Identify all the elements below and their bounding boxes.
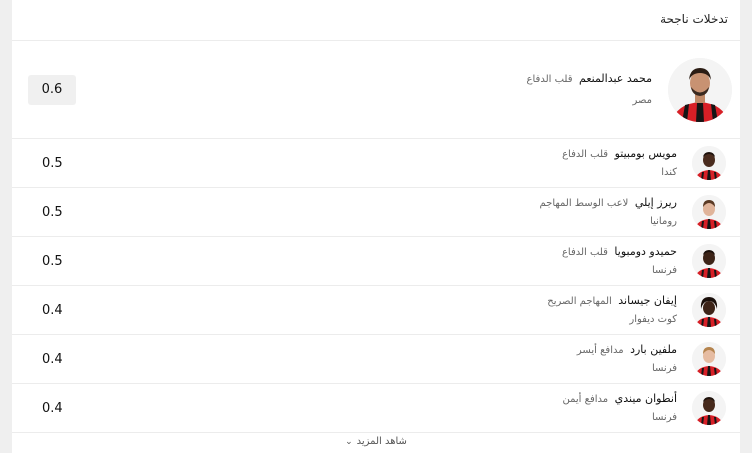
player-name: ريرز إيلي — [634, 196, 677, 209]
stat-value: 0.5 — [42, 254, 63, 269]
player-name: حميدو دومبويا — [614, 245, 677, 258]
player-name-line: ملفين بارد مدافع أيسر — [577, 343, 677, 356]
leader-row[interactable]: محمد عبدالمنعم قلب الدفاع مصر 0.6 — [12, 41, 740, 139]
see-more-button[interactable]: شاهد المزيد⌄ — [12, 436, 740, 447]
player-name: محمد عبدالمنعم — [579, 72, 652, 85]
player-country: فرنسا — [651, 265, 677, 276]
player-country: كندا — [661, 167, 677, 178]
player-position: المهاجم الصريح — [547, 296, 612, 307]
player-position: قلب الدفاع — [562, 149, 609, 160]
player-position: قلب الدفاع — [526, 74, 573, 85]
player-country: مصر — [632, 95, 652, 106]
stat-value: 0.4 — [42, 352, 63, 367]
player-country: كوت ديفوار — [629, 314, 677, 325]
player-avatar — [692, 293, 726, 327]
player-row[interactable]: ريرز إيلي لاعب الوسط المهاجم رومانيا 0.5 — [12, 188, 740, 237]
player-row[interactable]: أنطوان ميندي مدافع أيمن فرنسا 0.4 — [12, 384, 740, 433]
player-name-line: ريرز إيلي لاعب الوسط المهاجم — [540, 196, 678, 209]
player-country: فرنسا — [651, 363, 677, 374]
player-name-line: حميدو دومبويا قلب الدفاع — [562, 245, 677, 258]
stat-value: 0.5 — [42, 156, 63, 171]
player-name: ملفين بارد — [630, 343, 677, 356]
card-title: تدخلات ناجحة — [660, 12, 728, 26]
player-avatar — [692, 391, 726, 425]
player-avatar — [692, 244, 726, 278]
player-name-line: أنطوان ميندي مدافع أيمن — [563, 392, 678, 405]
player-name: مويس بومبيتو — [614, 147, 677, 160]
player-avatar — [692, 146, 726, 180]
stat-value: 0.4 — [42, 401, 63, 416]
player-name-line: محمد عبدالمنعم قلب الدفاع — [527, 72, 652, 85]
player-avatar — [692, 342, 726, 376]
player-row[interactable]: حميدو دومبويا قلب الدفاع فرنسا 0.5 — [12, 237, 740, 286]
player-position: مدافع أيمن — [562, 394, 609, 405]
player-row[interactable]: إيفان جيساند المهاجم الصريح كوت ديفوار 0… — [12, 286, 740, 335]
stat-value: 0.6 — [28, 75, 76, 105]
card-header: تدخلات ناجحة — [12, 0, 740, 41]
player-row[interactable]: مويس بومبيتو قلب الدفاع كندا 0.5 — [12, 139, 740, 188]
stat-value: 0.5 — [42, 205, 63, 220]
player-position: لاعب الوسط المهاجم — [539, 198, 629, 209]
player-name: أنطوان ميندي — [614, 392, 677, 405]
player-position: قلب الدفاع — [561, 247, 608, 258]
successful-tackles-card: تدخلات ناجحة محمد عبدالمنعم قلب الدفاع م… — [12, 0, 740, 453]
player-country: رومانيا — [650, 216, 677, 227]
player-name-line: مويس بومبيتو قلب الدفاع — [562, 147, 677, 160]
stat-value: 0.4 — [42, 303, 63, 318]
player-name: إيفان جيساند — [618, 294, 677, 307]
player-name-line: إيفان جيساند المهاجم الصريح — [547, 294, 677, 307]
player-position: مدافع أيسر — [576, 345, 624, 356]
player-avatar — [692, 195, 726, 229]
player-country: فرنسا — [651, 412, 677, 423]
player-avatar — [668, 58, 732, 122]
see-more-label: شاهد المزيد — [356, 436, 407, 447]
player-row[interactable]: ملفين بارد مدافع أيسر فرنسا 0.4 — [12, 335, 740, 384]
chevron-down-icon: ⌄ — [345, 437, 353, 447]
